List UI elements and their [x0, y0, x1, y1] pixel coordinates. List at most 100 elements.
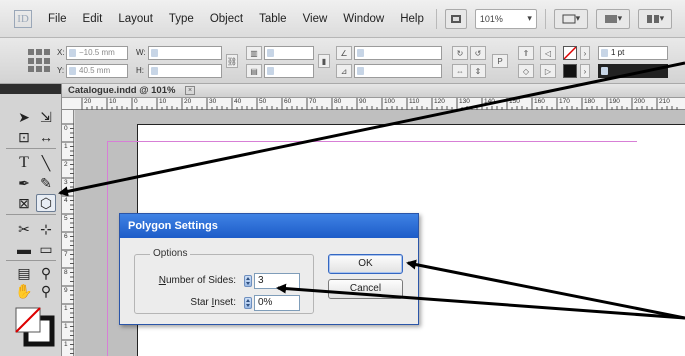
screen-mode-button[interactable]: ▾ — [595, 8, 630, 29]
rotate-counterclockwise-icon[interactable]: ↺ — [470, 46, 486, 60]
ruler-tick-label: 210 — [659, 98, 670, 105]
star-inset-input[interactable]: 0% — [254, 295, 300, 311]
number-of-sides-label: Number of Sides: — [158, 275, 236, 286]
ruler-tick-label: 1 — [64, 341, 68, 348]
fill-swatch[interactable] — [563, 46, 577, 60]
stroke-swatch[interactable] — [563, 64, 577, 78]
zoom-tool-icon[interactable]: ⚲ — [36, 282, 56, 300]
close-icon[interactable]: × — [185, 86, 195, 95]
ruler-tick-label: 150 — [509, 98, 520, 105]
number-of-sides-stepper[interactable] — [244, 275, 252, 287]
chevron-down-icon: ▾ — [659, 13, 665, 23]
none-swatch-icon — [563, 46, 577, 60]
chevron-down-icon: ▾ — [617, 13, 623, 23]
menubar-divider — [544, 8, 546, 29]
scale-y-icon[interactable]: ▤ — [246, 64, 262, 78]
vertical-ruler: 01234567891111 — [62, 110, 74, 356]
zoom-level-dropdown[interactable]: 101% ▾ — [474, 8, 537, 29]
bridge-button[interactable] — [444, 8, 467, 29]
ruler-tick-label: 0 — [134, 98, 138, 105]
scale-x-icon[interactable]: ▥ — [246, 46, 262, 60]
ruler-tick-label: 70 — [309, 98, 317, 105]
constrain-scale-icon[interactable]: ▮ — [318, 54, 330, 68]
menubar-divider — [435, 8, 437, 29]
h-label: H: — [136, 66, 144, 75]
flip-horizontal-icon[interactable]: ⇔ — [452, 64, 468, 78]
note-tool-icon[interactable]: ▤ — [14, 264, 34, 282]
hand-tool-icon[interactable]: ✋ — [14, 282, 34, 300]
shear-angle-field[interactable] — [354, 64, 442, 78]
stroke-dropdown-icon[interactable]: › — [580, 64, 590, 78]
pencil-tool-icon[interactable]: ✎ — [36, 174, 56, 192]
ruler-tick-label: 1 — [64, 323, 68, 330]
star-inset-label: Star Inset: — [190, 297, 236, 308]
ruler-tick-label: 9 — [64, 287, 68, 294]
menu-layout[interactable]: Layout — [118, 13, 153, 25]
cancel-button[interactable]: Cancel — [328, 279, 403, 299]
polygon-tool-icon[interactable]: ⬡ — [36, 194, 56, 212]
ruler-tick-label: 0 — [64, 125, 68, 132]
rectangle-frame-tool-icon[interactable]: ⊠ — [14, 194, 34, 212]
line-tool-icon[interactable]: ╲ — [36, 154, 56, 172]
select-content-icon[interactable]: ◇ — [518, 64, 534, 78]
scale-y-field[interactable] — [264, 64, 314, 78]
number-of-sides-input[interactable]: 3 — [254, 273, 300, 289]
rotate-clockwise-icon[interactable]: ↻ — [452, 46, 468, 60]
document-tab[interactable]: Catalogue.indd @ 101% × — [62, 84, 685, 98]
stroke-weight-field[interactable]: 1 pt — [598, 46, 668, 60]
gap-tool-icon[interactable]: ↔ — [36, 128, 56, 146]
y-position-field[interactable]: 40.5 mm — [66, 64, 128, 78]
flip-indicator-icon: P — [492, 54, 508, 68]
height-field[interactable] — [148, 64, 222, 78]
view-options-button[interactable]: ▾ — [553, 8, 588, 29]
menu-bar: ID File Edit Layout Type Object Table Vi… — [0, 0, 685, 38]
width-field[interactable] — [148, 46, 222, 60]
type-tool-icon[interactable]: T — [14, 154, 34, 172]
gradient-swatch-tool-icon[interactable]: ▬ — [14, 240, 34, 258]
fill-stroke-swatches[interactable] — [14, 306, 56, 348]
select-next-object-icon[interactable]: ▷ — [540, 64, 556, 78]
ruler-tick-label: 50 — [259, 98, 267, 105]
menu-table[interactable]: Table — [259, 13, 287, 25]
flip-vertical-icon[interactable]: ⇕ — [470, 64, 486, 78]
arrange-documents-button[interactable]: ▾ — [637, 8, 672, 29]
menu-window[interactable]: Window — [343, 13, 384, 25]
pen-tool-icon[interactable]: ✒ — [14, 174, 34, 192]
menu-help[interactable]: Help — [400, 13, 424, 25]
ruler-tick-label: 6 — [64, 233, 68, 240]
page-tool-icon[interactable]: ⊡ — [14, 128, 34, 146]
scale-x-field[interactable] — [264, 46, 314, 60]
scissors-tool-icon[interactable]: ✂ — [14, 220, 34, 238]
ruler-tick-label: 110 — [409, 98, 420, 105]
gradient-feather-tool-icon[interactable]: ▭ — [36, 240, 56, 258]
ruler-tick-label: 20 — [184, 98, 192, 105]
x-label: X: — [57, 48, 65, 57]
fill-dropdown-icon[interactable]: › — [580, 46, 590, 60]
menu-object[interactable]: Object — [210, 13, 243, 25]
ruler-tick-label: 3 — [64, 179, 68, 186]
ruler-tick-label: 1 — [64, 143, 68, 150]
ruler-tick-label: 2 — [64, 161, 68, 168]
menu-edit[interactable]: Edit — [83, 13, 103, 25]
star-inset-stepper[interactable] — [244, 297, 252, 309]
menu-type[interactable]: Type — [169, 13, 194, 25]
shear-angle-icon[interactable]: ⊿ — [336, 64, 352, 78]
ok-button[interactable]: OK — [328, 254, 403, 274]
menu-file[interactable]: File — [48, 13, 67, 25]
constrain-proportions-icon[interactable]: ⛓ — [226, 54, 238, 68]
rotation-angle-field[interactable] — [354, 46, 442, 60]
selection-icon[interactable]: ➤ — [14, 108, 34, 126]
select-previous-object-icon[interactable]: ◁ — [540, 46, 556, 60]
select-container-icon[interactable]: ⇑ — [518, 46, 534, 60]
reference-point-icon[interactable] — [28, 49, 52, 73]
free-transform-tool-icon[interactable]: ⊹ — [36, 220, 56, 238]
polygon-settings-dialog: Polygon Settings Options Number of Sides… — [119, 213, 419, 325]
rotation-angle-icon[interactable]: ∠ — [336, 46, 352, 60]
stroke-type-dropdown[interactable] — [598, 64, 668, 78]
menu-view[interactable]: View — [303, 13, 328, 25]
ruler-tick-label: 8 — [64, 269, 68, 276]
x-position-field[interactable]: −10.5 mm — [66, 46, 128, 60]
direct-selection-icon[interactable]: ⇲ — [36, 108, 56, 126]
tools-divider — [6, 260, 56, 261]
eyedropper-tool-icon[interactable]: ⚲ — [36, 264, 56, 282]
